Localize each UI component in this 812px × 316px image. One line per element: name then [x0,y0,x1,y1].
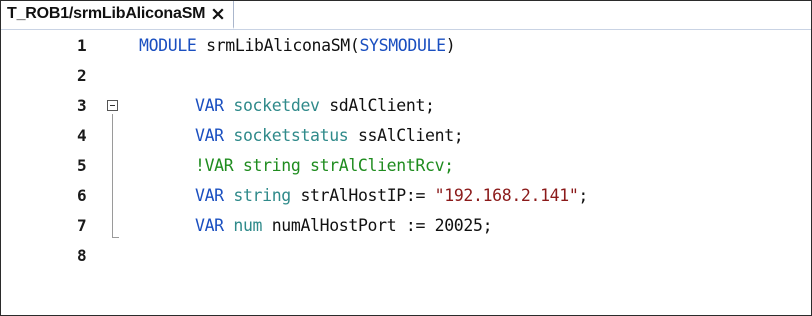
line-number: 5 [77,155,87,175]
code-line: 1 MODULE srmLibAliconaSM(SYSMODULE) [1,30,811,60]
punctuation: ; [578,185,589,205]
fold-guide [112,114,113,237]
line-number: 7 [77,215,87,235]
collapse-icon[interactable] [107,100,118,111]
keyword: VAR [195,215,224,235]
code-editor[interactable]: 1 MODULE srmLibAliconaSM(SYSMODULE) 2 3 … [1,30,811,315]
comment: !VAR string strAlClientRcv; [195,155,454,175]
identifier: sdAlClient; [329,95,435,115]
identifier: ssAlClient; [357,125,464,145]
line-number: 8 [77,245,87,265]
punctuation: ) [445,35,456,55]
code-line: 3 VAR socketdev sdAlClient; [1,90,811,120]
code-line: 7 VAR num numAlHostPort := 20025; [1,210,811,240]
code-text: VAR num numAlHostPort := 20025; [195,215,493,235]
identifier: numAlHostPort := 20025; [271,215,493,235]
code-text: VAR socketdev sdAlClient; [195,96,435,115]
tab-title: T_ROB1/srmLibAliconaSM [7,5,206,22]
keyword: VAR [195,95,224,115]
close-icon[interactable] [211,7,225,21]
code-text: VAR string strAlHostIP:= "192.168.2.141"… [195,186,588,205]
tab-srmlibaliconasm[interactable]: T_ROB1/srmLibAliconaSM [1,1,235,29]
line-number: 3 [77,95,87,115]
string-literal: "192.168.2.141" [434,185,579,205]
type-name: num [233,215,263,235]
type-name: socketdev [233,95,320,115]
code-line: 4 VAR socketstatus ssAlClient; [1,120,811,150]
line-number: 2 [77,65,87,85]
editor-window: T_ROB1/srmLibAliconaSM 1 MODULE srmLibAl… [0,0,812,316]
module-name: srmLibAliconaSM [206,35,350,55]
tab-strip: T_ROB1/srmLibAliconaSM [1,1,811,30]
code-line: 5 !VAR string strAlClientRcv; [1,150,811,180]
line-number: 6 [77,185,87,205]
line-number: 1 [77,35,87,55]
type-name: socketstatus [233,125,349,145]
code-text: MODULE srmLibAliconaSM(SYSMODULE) [139,35,456,55]
code-line: 2 [1,60,811,90]
fold-guide-end [112,237,119,238]
code-text: VAR socketstatus ssAlClient; [195,125,464,145]
keyword: SYSMODULE [359,35,446,55]
keyword: VAR [195,125,224,145]
line-number: 4 [77,125,87,145]
code-line: 8 [1,240,811,270]
code-line: 6 VAR string strAlHostIP:= "192.168.2.14… [1,180,811,210]
keyword: VAR [195,185,224,205]
code-text: !VAR string strAlClientRcv; [195,156,454,175]
keyword: MODULE [139,35,197,55]
type-name: string [233,185,291,205]
identifier: strAlHostIP:= [300,185,435,205]
